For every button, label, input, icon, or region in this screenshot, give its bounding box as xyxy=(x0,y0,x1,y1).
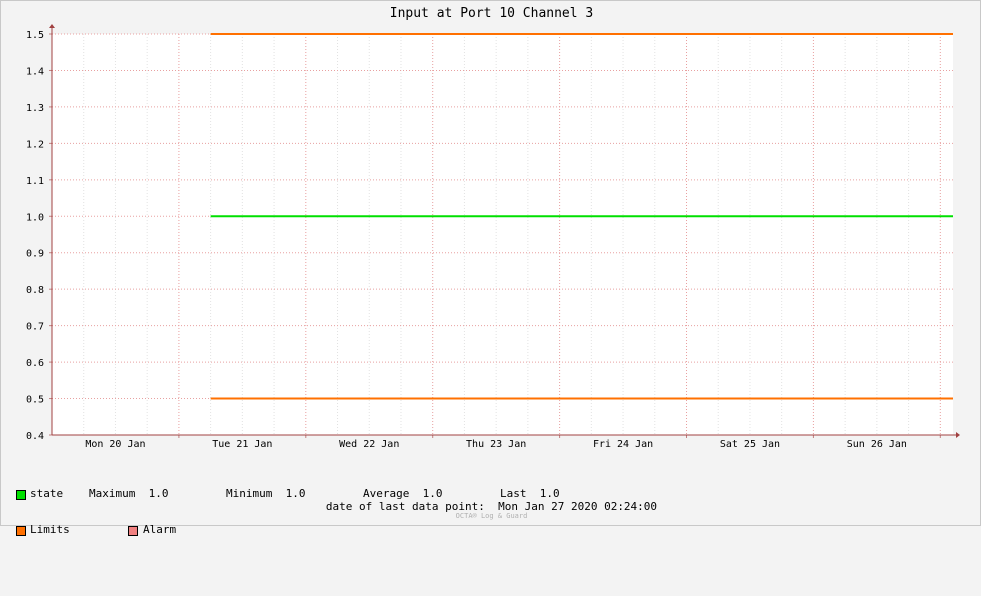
y-tick-label: 1.4 xyxy=(26,66,44,77)
legend-label-state: state xyxy=(30,487,64,500)
y-tick-label: 0.6 xyxy=(26,358,44,369)
stat-minimum: Minimum 1.0 xyxy=(226,487,306,500)
x-tick-label: Sat 25 Jan xyxy=(720,439,780,450)
stat-average: Average 1.0 xyxy=(363,487,443,500)
y-tick-label: 1.0 xyxy=(26,212,44,223)
x-axis-arrow xyxy=(956,432,960,438)
chart-frame: Input at Port 10 Channel 3 0.4 0.5 0.6 0.7 0… xyxy=(0,0,981,536)
x-tick-label: Tue 21 Jan xyxy=(212,439,272,450)
y-tick-label: 0.7 xyxy=(26,322,44,333)
x-tick-label: Sun 26 Jan xyxy=(847,439,907,450)
alarm-swatch xyxy=(128,526,138,536)
y-tick-label: 0.4 xyxy=(26,431,44,442)
y-tick-label: 0.5 xyxy=(26,395,44,406)
x-tick-label: Mon 20 Jan xyxy=(85,439,145,450)
chart-plot: 0.4 0.5 0.6 0.7 0.8 0.9 1.0 1.1 1.2 1.3 1.4 1.5 Mon… xyxy=(26,24,960,450)
stat-maximum: Maximum 1.0 xyxy=(89,487,169,500)
x-tick-label: Wed 22 Jan xyxy=(339,439,399,450)
y-tick-label: 0.9 xyxy=(26,249,44,260)
legend-row-state: state Maximum 1.0 Minimum 1.0 Average 1.… xyxy=(16,488,560,500)
limits-swatch xyxy=(16,526,26,536)
plot-area xyxy=(52,34,953,435)
footer-brand: OCTA® Log & Guard xyxy=(455,512,528,520)
x-tick-label: Fri 24 Jan xyxy=(593,439,653,450)
y-tick-label: 1.3 xyxy=(26,103,44,114)
y-tick-label: 1.5 xyxy=(26,30,44,41)
y-tick-label: 0.8 xyxy=(26,285,44,296)
x-tick-label: Thu 23 Jan xyxy=(466,439,526,450)
stat-last: Last 1.0 xyxy=(500,487,560,500)
y-tick-label: 1.2 xyxy=(26,139,44,150)
state-swatch xyxy=(16,490,26,500)
y-axis-arrow xyxy=(49,24,55,28)
y-tick-label: 1.1 xyxy=(26,176,44,187)
